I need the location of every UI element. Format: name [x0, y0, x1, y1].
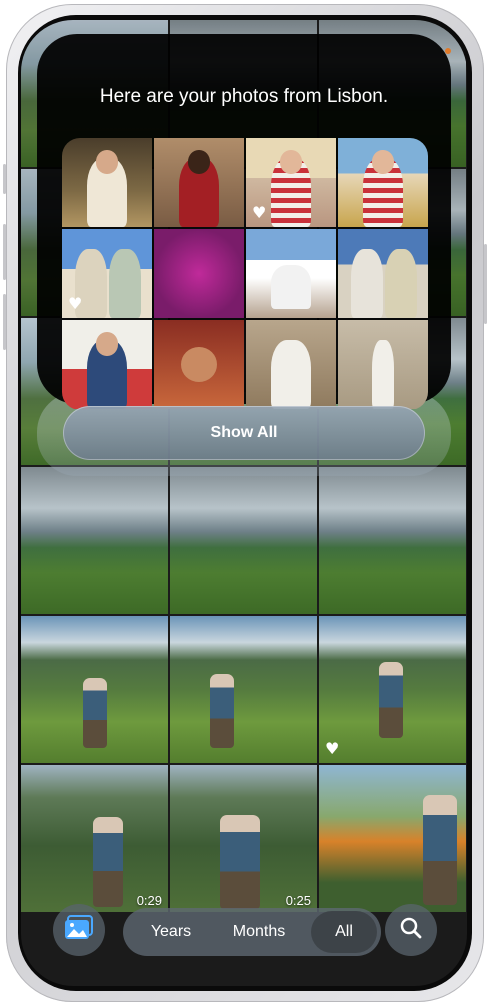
memory-photo[interactable] [338, 138, 428, 227]
search-button[interactable] [385, 904, 437, 956]
memory-photo[interactable] [154, 320, 244, 409]
power-button [484, 244, 487, 324]
memory-photo[interactable] [62, 320, 152, 409]
favorite-heart-icon: ♥ [325, 739, 340, 758]
screen: ♥ 0:29 0:25 Here are your photos from Li… [21, 20, 467, 986]
memory-photo[interactable] [338, 320, 428, 409]
photo-library-icon [64, 914, 94, 946]
volume-up-button [3, 224, 6, 280]
photo-tile[interactable] [21, 616, 168, 763]
favorite-heart-icon: ♥ [68, 294, 83, 313]
photo-tile[interactable] [170, 467, 317, 614]
memory-card: Here are your photos from Lisbon. ♥ ♥ [37, 34, 451, 409]
photo-tile[interactable] [319, 467, 466, 614]
memory-photo-grid: ♥ ♥ [62, 138, 428, 410]
photo-tile[interactable] [170, 616, 317, 763]
camera-indicator-dot [445, 48, 451, 54]
memory-photo[interactable] [246, 229, 336, 318]
bottom-toolbar: Years Months All [21, 886, 467, 986]
segment-all[interactable]: All [311, 911, 377, 953]
memory-photo[interactable] [246, 320, 336, 409]
segment-years[interactable]: Years [131, 908, 211, 956]
memory-photo[interactable] [62, 138, 152, 227]
memory-photo[interactable] [154, 229, 244, 318]
memory-photo[interactable] [338, 229, 428, 318]
memory-photo[interactable] [154, 138, 244, 227]
magnifier-icon [399, 916, 423, 945]
photo-tile[interactable] [21, 467, 168, 614]
action-button [3, 164, 6, 194]
memory-photo[interactable]: ♥ [246, 138, 336, 227]
view-segmented-control: Years Months All [123, 908, 381, 956]
memory-photo[interactable]: ♥ [62, 229, 152, 318]
show-all-button[interactable]: Show All [63, 406, 425, 460]
volume-down-button [3, 294, 6, 350]
favorite-heart-icon: ♥ [252, 203, 267, 222]
memory-title: Here are your photos from Lisbon. [99, 86, 389, 107]
photo-tile[interactable]: ♥ [319, 616, 466, 763]
library-button[interactable] [53, 904, 105, 956]
segment-months[interactable]: Months [215, 908, 303, 956]
